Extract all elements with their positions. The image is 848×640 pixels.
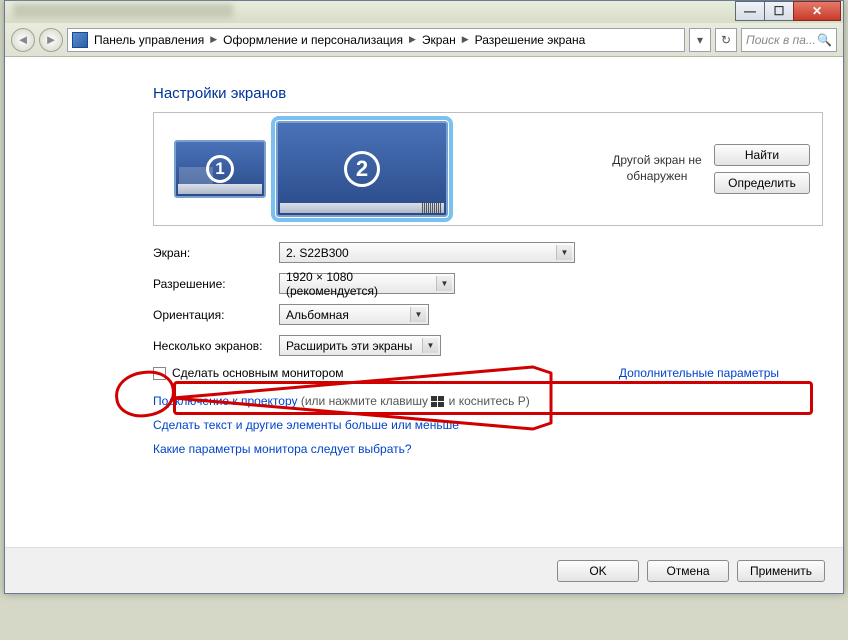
search-icon: 🔍 [817,33,832,47]
multiple-displays-value: Расширить эти экраны [286,339,412,353]
projector-hint-a: (или нажмите клавишу [298,394,432,408]
monitor-canvas[interactable]: 1 2 [164,121,602,217]
chevron-down-icon: ▼ [436,276,452,291]
nav-back-button[interactable]: ◄ [11,28,35,52]
resolution-combo[interactable]: 1920 × 1080 (рекомендуется) ▼ [279,273,455,294]
chevron-down-icon: ▼ [422,338,438,353]
breadcrumb-item[interactable]: Разрешение экрана [473,33,588,47]
row-resolution: Разрешение: 1920 × 1080 (рекомендуется) … [153,273,823,294]
row-make-primary: Сделать основным монитором Дополнительны… [153,366,823,380]
monitor-1[interactable]: 1 [174,140,266,198]
projector-line: Подключение к проектору (или нажмите кла… [153,394,823,408]
refresh-button[interactable]: ↻ [715,28,737,52]
identify-button[interactable]: Определить [714,172,810,194]
address-dropdown-button[interactable]: ▾ [689,28,711,52]
breadcrumb-item[interactable]: Экран [420,33,458,47]
window-frame: — ☐ ✕ ◄ ► Панель управления ▶ Оформление… [4,0,844,594]
orientation-value: Альбомная [286,308,349,322]
content-area: Настройки экранов 1 2 Другой экран не об… [5,57,843,593]
chevron-down-icon: ▼ [556,245,572,260]
resolution-label: Разрешение: [153,277,279,291]
screen-value: 2. S22B300 [286,246,349,260]
screen-combo[interactable]: 2. S22B300 ▼ [279,242,575,263]
monitor-2[interactable]: 2 [276,121,448,217]
control-panel-icon [72,32,88,48]
orientation-label: Ориентация: [153,308,279,322]
multiple-displays-label: Несколько экранов: [153,339,279,353]
find-button[interactable]: Найти [714,144,810,166]
projector-link[interactable]: Подключение к проектору [153,394,298,408]
window-title-blurred [13,4,233,18]
chevron-right-icon[interactable]: ▶ [407,34,418,45]
apply-button[interactable]: Применить [737,560,825,582]
windows-key-icon [431,396,445,408]
search-placeholder: Поиск в па... [746,33,816,47]
chevron-right-icon[interactable]: ▶ [208,34,219,45]
other-display-not-found-label: Другой экран не обнаружен [602,153,712,184]
row-multiple-displays: Несколько экранов: Расширить эти экраны … [153,335,823,356]
textsize-link[interactable]: Сделать текст и другие элементы больше и… [153,418,823,432]
footer-bar: OK Отмена Применить [5,547,843,593]
row-screen: Экран: 2. S22B300 ▼ [153,242,823,263]
page-title: Настройки экранов [153,85,823,102]
nav-forward-button[interactable]: ► [39,28,63,52]
breadcrumb-item[interactable]: Оформление и персонализация [221,33,405,47]
which-settings-link[interactable]: Какие параметры монитора следует выбрать… [153,442,823,456]
window-buttons: — ☐ ✕ [736,1,841,21]
make-primary-checkbox[interactable] [153,367,166,380]
screen-label: Экран: [153,246,279,260]
maximize-button[interactable]: ☐ [764,1,794,21]
monitor-arrangement-box[interactable]: 1 2 Другой экран не обнаружен Найти Опре… [153,112,823,226]
monitor-2-taskbar [280,203,444,213]
chevron-right-icon[interactable]: ▶ [460,34,471,45]
projector-hint-b: и коснитесь P) [445,394,529,408]
monitor-side-buttons: Найти Определить [712,140,812,198]
address-bar[interactable]: Панель управления ▶ Оформление и персона… [67,28,685,52]
minimize-button[interactable]: — [735,1,765,21]
breadcrumb-item[interactable]: Панель управления [92,33,206,47]
close-button[interactable]: ✕ [793,1,841,21]
monitor-2-number: 2 [344,151,380,187]
chevron-down-icon: ▼ [410,307,426,322]
ok-button[interactable]: OK [557,560,639,582]
title-bar[interactable]: — ☐ ✕ [5,1,843,23]
resolution-value: 1920 × 1080 (рекомендуется) [286,270,434,298]
multiple-displays-combo[interactable]: Расширить эти экраны ▼ [279,335,441,356]
make-primary-label[interactable]: Сделать основным монитором [172,366,344,380]
nav-toolbar: ◄ ► Панель управления ▶ Оформление и пер… [5,23,843,57]
row-orientation: Ориентация: Альбомная ▼ [153,304,823,325]
search-input[interactable]: Поиск в па... 🔍 [741,28,837,52]
orientation-combo[interactable]: Альбомная ▼ [279,304,429,325]
advanced-settings-link[interactable]: Дополнительные параметры [619,366,779,380]
cancel-button[interactable]: Отмена [647,560,729,582]
monitor-1-taskbar [178,184,262,194]
